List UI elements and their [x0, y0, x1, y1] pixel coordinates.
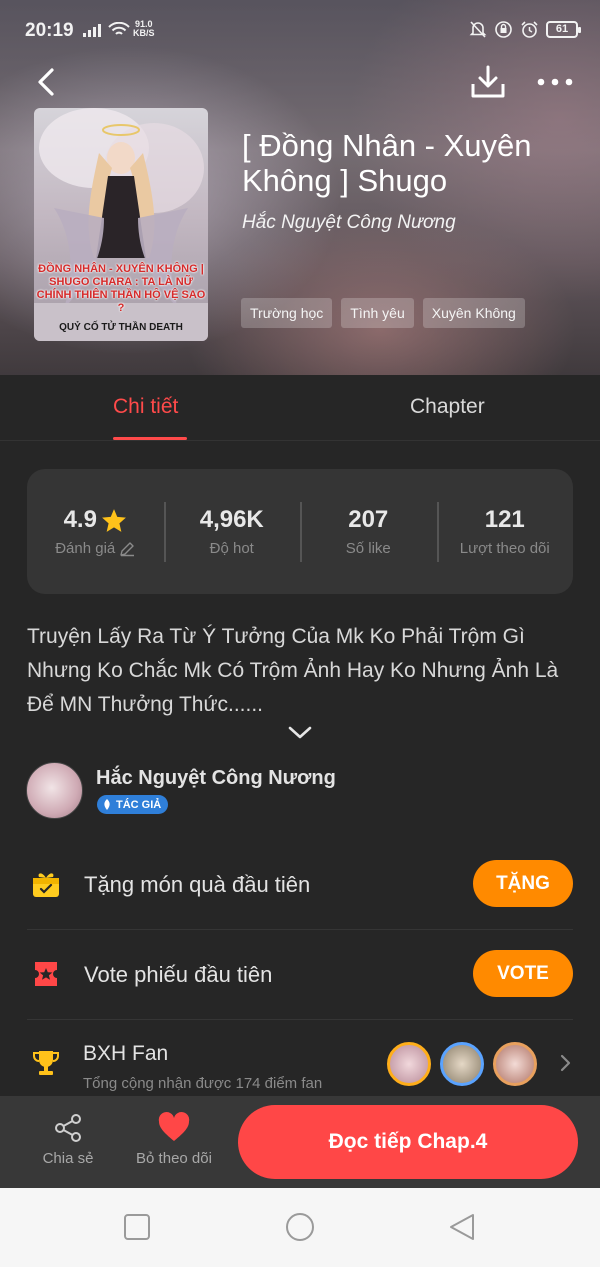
- bottom-action-bar: Chia sẻ Bỏ theo dõi Đọc tiếp Chap.4: [0, 1096, 600, 1188]
- unfollow-label: Bỏ theo dõi: [136, 1150, 212, 1167]
- fan-ranking-row[interactable]: BXH Fan Tổng cộng nhận được 174 điểm fan: [27, 1022, 573, 1096]
- vote-row: Vote phiếu đầu tiên VOTE: [27, 930, 573, 1020]
- hot-label: Độ hot: [209, 540, 254, 557]
- stat-followers: 121 Lượt theo dõi: [436, 502, 574, 562]
- fan-subtitle: Tổng cộng nhận được 174 điểm fan: [83, 1075, 323, 1092]
- back-nav-icon[interactable]: [448, 1213, 476, 1243]
- heart-icon: [158, 1112, 190, 1141]
- stats-card: 4.9 Đánh giá 4,96K Độ hot 207 Số like 12…: [27, 469, 573, 594]
- share-label: Chia sẻ: [42, 1150, 94, 1167]
- book-description: Truyện Lấy Ra Từ Ý Tưởng Của Mk Ko Phải …: [27, 625, 559, 716]
- quill-icon: [104, 799, 110, 810]
- system-nav-bar: [0, 1188, 600, 1267]
- likes-label: Số like: [345, 540, 391, 557]
- share-icon: [55, 1114, 81, 1142]
- home-icon[interactable]: [284, 1213, 316, 1245]
- unfollow-button[interactable]: Bỏ theo dõi: [128, 1112, 220, 1167]
- followers-value: 121: [484, 506, 525, 533]
- cover-title: ĐỒNG NHÂN - XUYÊN KHÔNG | SHUGO CHARA : …: [36, 263, 206, 314]
- chevron-right-icon[interactable]: [559, 1054, 571, 1072]
- avatar[interactable]: [440, 1042, 484, 1086]
- back-icon[interactable]: [30, 62, 64, 102]
- battery-indicator: 61: [546, 21, 581, 38]
- rating-value: 4.9: [63, 506, 97, 533]
- followers-label: Lượt theo dõi: [459, 540, 550, 557]
- fan-avatar-list: [387, 1042, 537, 1086]
- signal-icon: [83, 24, 101, 37]
- tab-active-indicator: [113, 437, 187, 440]
- chevron-down-icon[interactable]: [287, 724, 313, 742]
- avatar[interactable]: [26, 762, 83, 819]
- tag[interactable]: Trường học: [241, 298, 333, 328]
- tag[interactable]: Tình yêu: [341, 298, 414, 328]
- star-icon: [102, 508, 126, 532]
- ticket-icon: [35, 962, 57, 986]
- net-speed: 91.0 KB/S: [133, 19, 155, 38]
- hot-value: 4,96K: [199, 506, 264, 533]
- stat-rating[interactable]: 4.9 Đánh giá: [27, 506, 164, 557]
- wifi-icon: [108, 22, 130, 35]
- likes-value: 207: [348, 506, 389, 533]
- more-icon[interactable]: [535, 68, 575, 96]
- avatar[interactable]: [387, 1042, 431, 1086]
- tab-details[interactable]: Chi tiết: [113, 395, 178, 419]
- share-button[interactable]: Chia sẻ: [35, 1112, 101, 1167]
- pencil-icon[interactable]: [119, 541, 135, 557]
- author-name: Hắc Nguyệt Công Nương: [96, 767, 336, 789]
- avatar[interactable]: [493, 1042, 537, 1086]
- stat-likes: 207 Số like: [300, 502, 437, 562]
- recent-apps-icon[interactable]: [123, 1213, 151, 1241]
- tab-chapter[interactable]: Chapter: [410, 395, 485, 419]
- tab-bar: Chi tiết Chapter: [0, 375, 600, 441]
- trophy-icon: [33, 1051, 59, 1075]
- gift-icon: [33, 873, 59, 897]
- tag-list: Trường học Tình yêu Xuyên Không: [241, 298, 525, 328]
- download-icon[interactable]: [468, 62, 508, 102]
- vote-label: Vote phiếu đầu tiên: [84, 962, 273, 987]
- stat-hot: 4,96K Độ hot: [163, 502, 301, 562]
- status-bar: 20:19 91.0 KB/S 61: [0, 0, 600, 62]
- tag[interactable]: Xuyên Không: [422, 298, 525, 328]
- cover-author: QUỶ CỐ TỬ THẦN DEATH: [59, 322, 183, 333]
- author-badge: TÁC GIẢ: [97, 795, 169, 814]
- author-row[interactable]: Hắc Nguyệt Công Nương TÁC GIẢ: [26, 762, 574, 822]
- gift-button[interactable]: TẶNG: [473, 860, 573, 907]
- book-cover[interactable]: ĐỒNG NHÂN - XUYÊN KHÔNG | SHUGO CHARA : …: [34, 108, 208, 341]
- continue-reading-button[interactable]: Đọc tiếp Chap.4: [238, 1105, 578, 1179]
- data-saver-icon: [495, 21, 512, 38]
- book-author[interactable]: Hắc Nguyệt Công Nương: [242, 212, 456, 234]
- gift-row: Tặng món quà đầu tiên TẶNG: [27, 840, 573, 930]
- gift-label: Tặng món quà đầu tiên: [84, 872, 311, 897]
- vote-button[interactable]: VOTE: [473, 950, 573, 997]
- alarm-icon: [521, 21, 538, 38]
- fan-title: BXH Fan: [83, 1042, 169, 1065]
- status-time: 20:19: [25, 20, 74, 41]
- bell-muted-icon: [469, 21, 487, 38]
- book-title: [ Đồng Nhân - Xuyên Không ] Shugo: [242, 128, 532, 198]
- rating-label: Đánh giá: [55, 540, 116, 557]
